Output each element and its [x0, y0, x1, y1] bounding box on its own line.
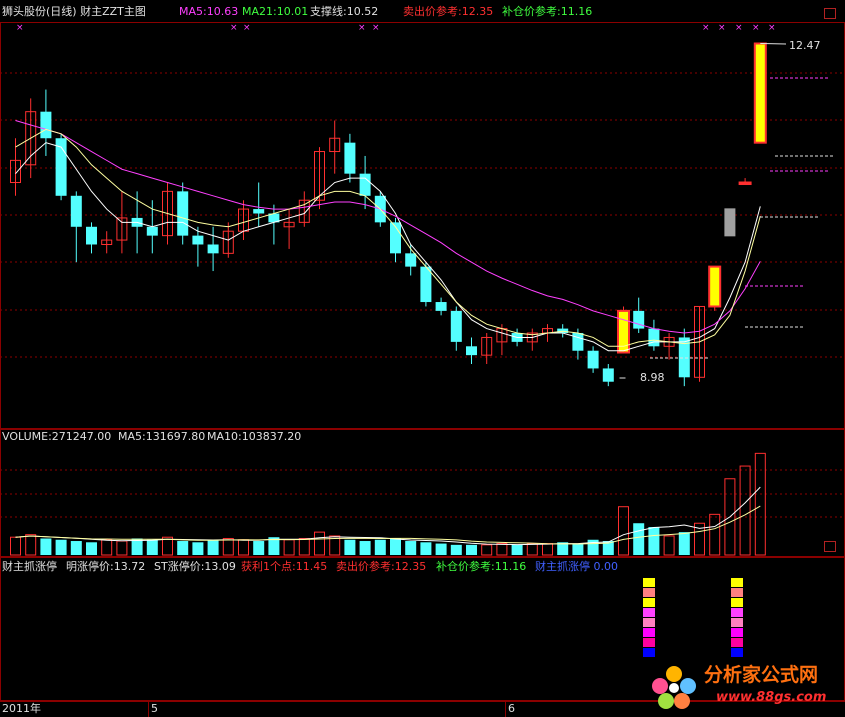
volume-bar-down — [253, 541, 265, 555]
volume-bar-up — [739, 465, 751, 556]
signal-block — [731, 578, 743, 587]
signal-block — [643, 628, 655, 637]
signal-block — [643, 578, 655, 587]
volume-bar-down — [70, 541, 82, 555]
volume-bar-down — [420, 542, 432, 555]
volume-bar-up — [496, 543, 508, 556]
signal-block — [731, 588, 743, 597]
volume-bar-down — [55, 539, 67, 555]
profit-label: 获利1个点:11.45 — [241, 560, 328, 573]
volume-bar-down — [146, 539, 158, 555]
flower-icon — [652, 666, 696, 709]
watermark-logo: 分析家公式网 www.88gs.com — [644, 658, 844, 716]
volume-bar-up — [709, 513, 721, 556]
indicator-name: 财主抓涨停 — [2, 560, 57, 573]
signal-block — [731, 638, 743, 647]
signal-block — [731, 628, 743, 637]
indicator-sell-label: 卖出价参考:12.35 — [336, 560, 427, 573]
signal-block — [731, 618, 743, 627]
volume-bar-up — [283, 539, 295, 556]
volume-bar-down — [207, 539, 219, 555]
volume-bar-up — [222, 537, 234, 556]
volume-bar-up — [481, 544, 493, 556]
volume-bar-down — [86, 542, 97, 555]
volume-bar-up — [618, 506, 629, 556]
volume-bar-up — [10, 536, 21, 556]
volume-bar-down — [40, 538, 52, 555]
signal-block — [643, 598, 655, 607]
volume-bar-down — [344, 539, 356, 555]
volume-bar-up — [542, 543, 553, 556]
signal-block — [643, 618, 655, 627]
axis-month-6: 6 — [508, 702, 515, 715]
watermark-url: www.88gs.com — [716, 690, 827, 705]
volume-bar-down — [466, 544, 477, 555]
volume-bar-up — [238, 539, 249, 556]
axis-month-5: 5 — [151, 702, 158, 715]
axis-tick-jun — [505, 701, 506, 717]
volume-bar-up — [663, 535, 675, 556]
volume-bar-down — [572, 543, 584, 555]
volume-bar-down — [192, 542, 204, 555]
volume-bar-down — [405, 541, 417, 555]
volume-bar-down — [390, 538, 401, 555]
signal-block — [643, 648, 655, 657]
axis-tick-may — [148, 701, 149, 717]
volume-bar-down — [633, 523, 645, 555]
indicator-buy-label: 补仓价参考:11.16 — [436, 560, 527, 573]
signal-block — [643, 638, 655, 647]
volume-bar-up — [314, 531, 325, 556]
volume-bar-down — [678, 532, 690, 555]
volume-chart — [0, 452, 845, 556]
signal-block — [731, 648, 743, 657]
signal-block — [731, 608, 743, 617]
axis-year-label: 2011年 — [2, 702, 41, 715]
volume-bar-down — [648, 527, 660, 555]
volume-bar-up — [25, 534, 37, 556]
ming-limit-label: 明涨停价:13.72 — [66, 560, 146, 573]
volume-bar-down — [511, 544, 523, 555]
volume-bar-up — [298, 537, 310, 556]
volume-bar-down — [177, 541, 189, 555]
volume-bar-up — [116, 540, 128, 556]
volume-bar-down — [374, 539, 386, 555]
volume-bar-up — [526, 543, 538, 556]
volume-bar-down — [359, 541, 371, 555]
volume-bar-up — [101, 539, 113, 556]
volume-bar-up — [754, 452, 766, 556]
watermark-title: 分析家公式网 — [704, 664, 819, 686]
st-limit-label: ST涨停价:13.09 — [154, 560, 236, 573]
signal-block — [643, 588, 655, 597]
volume-bar-down — [450, 544, 462, 555]
signal-block — [731, 598, 743, 607]
zt-value-label: 财主抓涨停 0.00 — [535, 560, 618, 573]
volume-bar-down — [435, 543, 447, 555]
signal-block — [643, 608, 655, 617]
